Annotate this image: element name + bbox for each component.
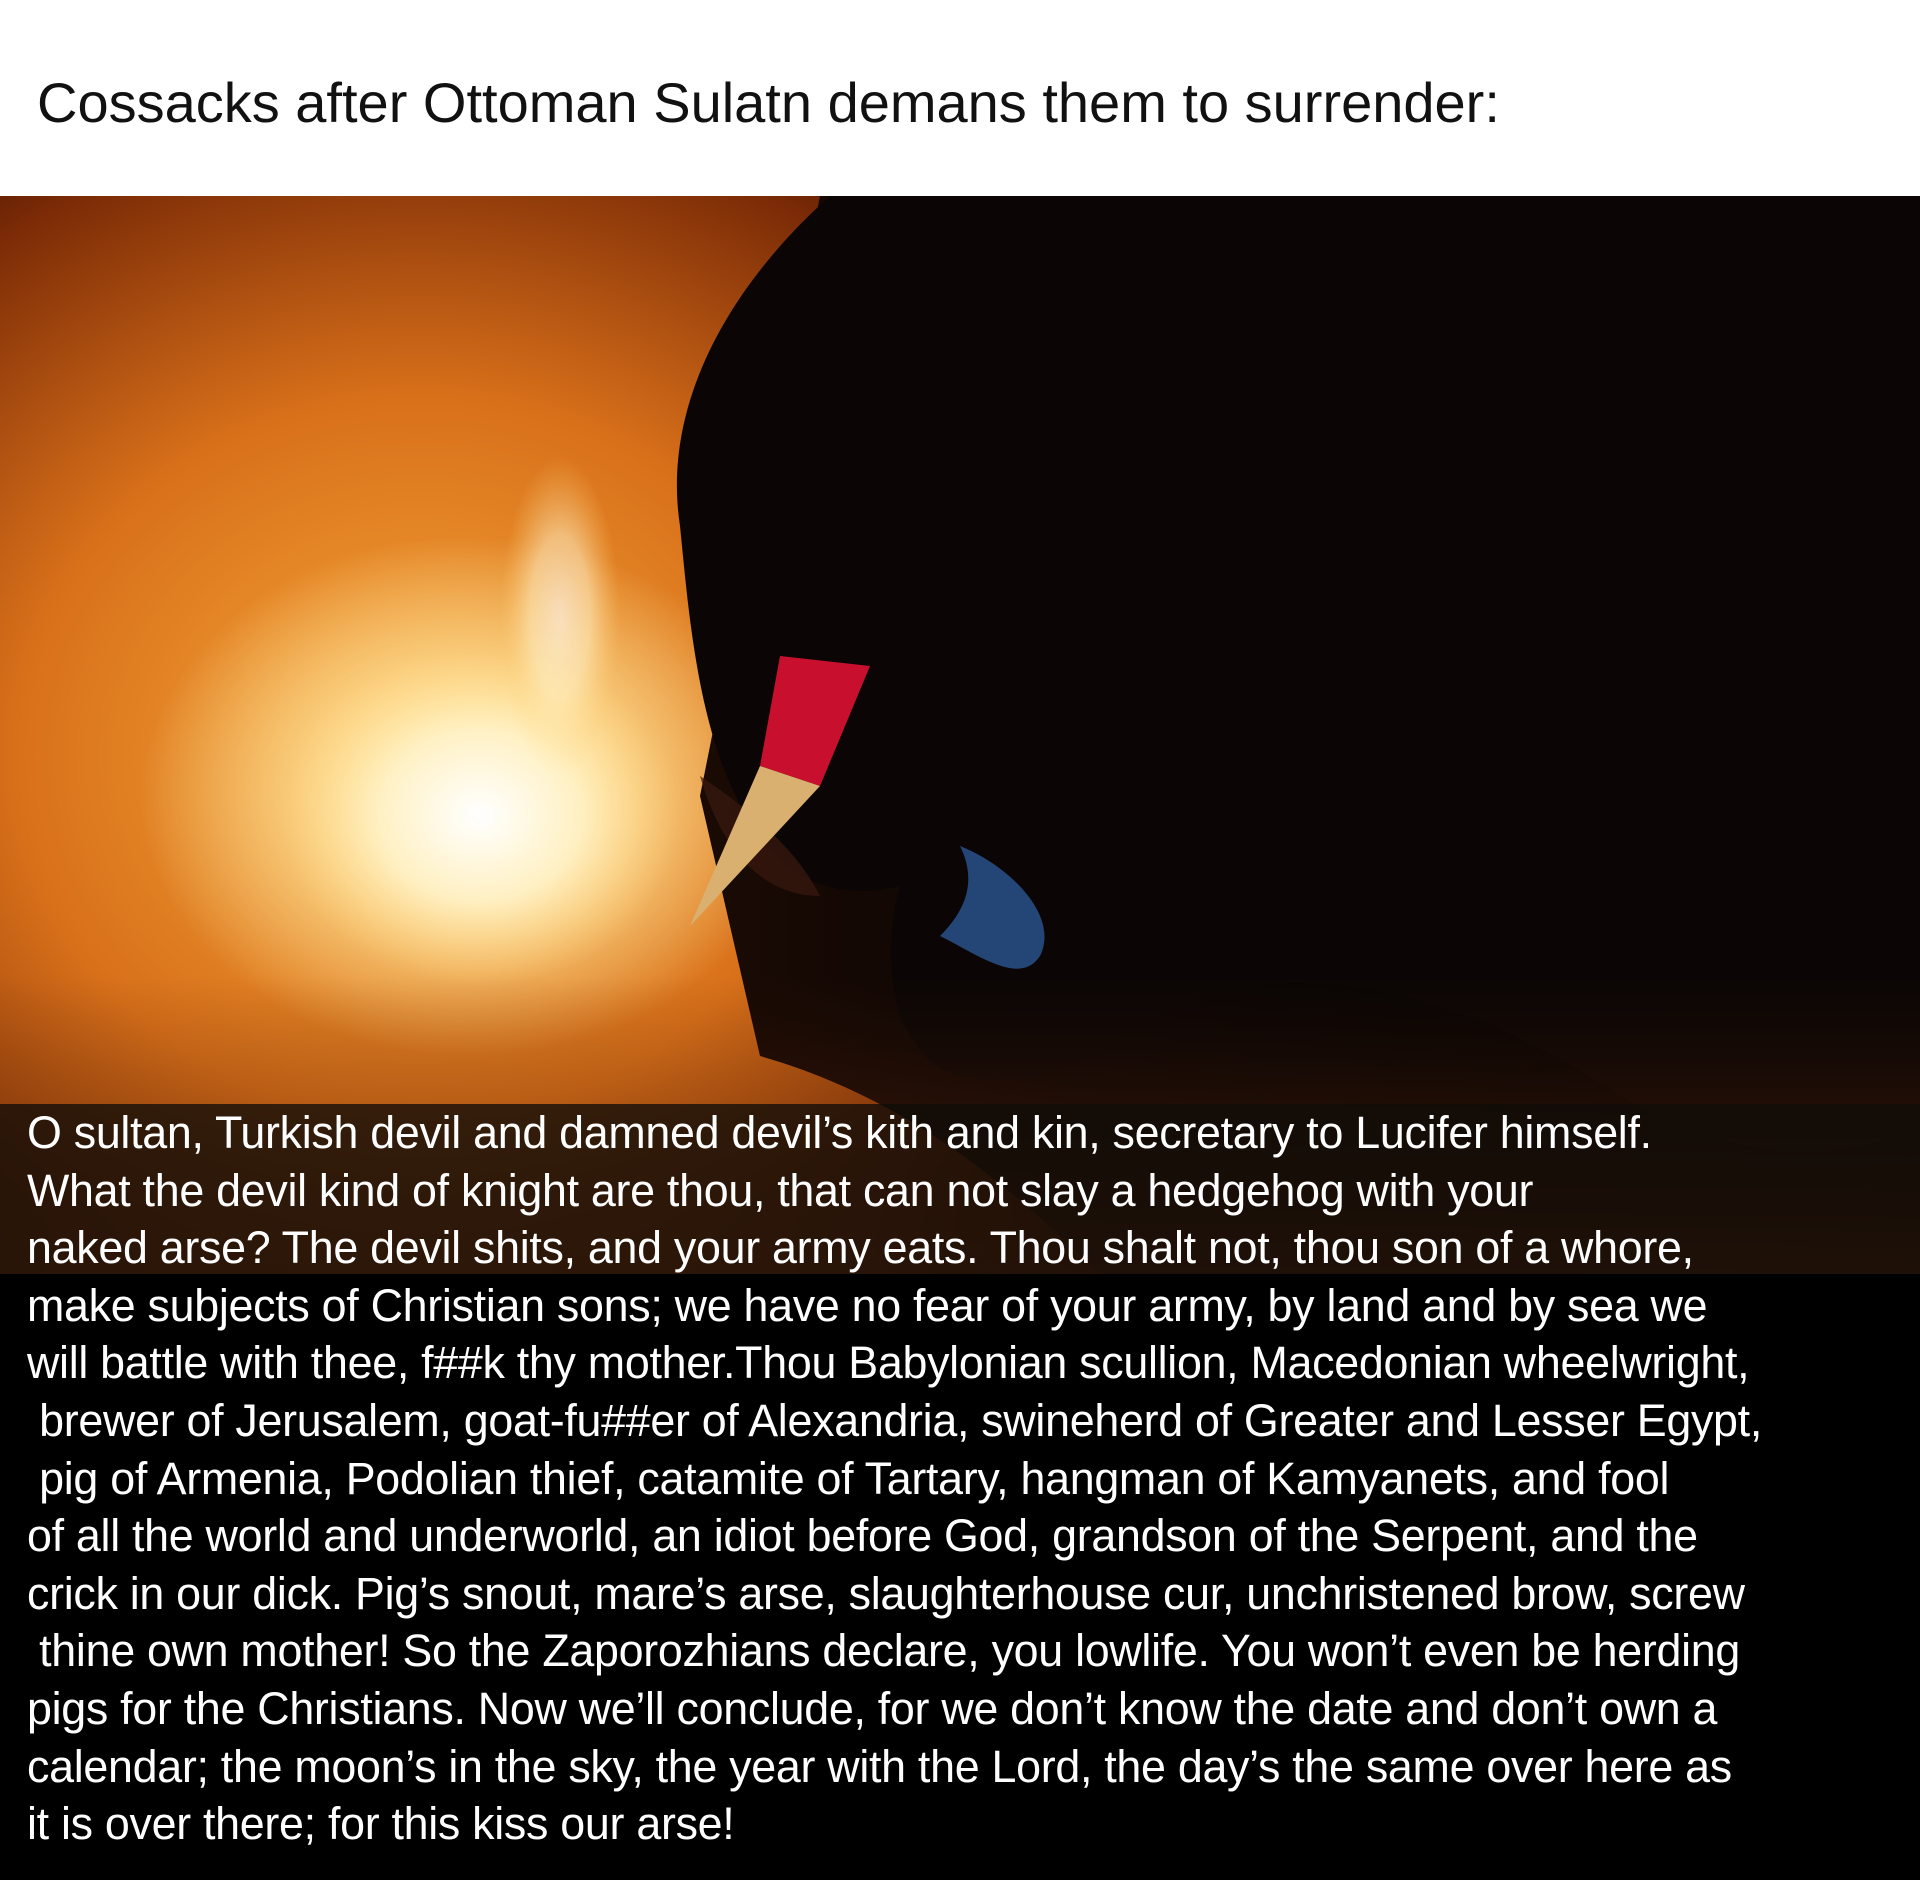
letter-line: will battle with thee, f##k thy mother.T… xyxy=(27,1337,1750,1389)
letter-text-block: O sultan, Turkish devil and damned devil… xyxy=(0,1104,1920,1880)
letter-line: naked arse? The devil shits, and your ar… xyxy=(27,1222,1694,1274)
letter-line: What the devil kind of knight are thou, … xyxy=(27,1164,1534,1216)
letter-line: crick in our dick. Pig’s snout, mare’s a… xyxy=(27,1567,1745,1619)
caption-title: Cossacks after Ottoman Sulatn demans the… xyxy=(37,71,1500,134)
letter-line: calendar; the moon’s in the sky, the yea… xyxy=(27,1740,1732,1792)
letter-line: of all the world and underworld, an idio… xyxy=(27,1510,1698,1562)
caption-header: Cossacks after Ottoman Sulatn demans the… xyxy=(0,0,1920,196)
letter-line: O sultan, Turkish devil and damned devil… xyxy=(27,1107,1652,1158)
letter-line: pigs for the Christians. Now we’ll concl… xyxy=(27,1682,1718,1734)
letter-text: O sultan, Turkish devil and damned devil… xyxy=(27,1104,1920,1853)
letter-line: it is over there; for this kiss our arse… xyxy=(27,1798,735,1850)
letter-line: pig of Armenia, Podolian thief, catamite… xyxy=(27,1452,1670,1504)
letter-line: brewer of Jerusalem, goat-fu##er of Alex… xyxy=(27,1394,1762,1446)
letter-line: thine own mother! So the Zaporozhians de… xyxy=(27,1625,1741,1677)
flame xyxy=(280,646,680,986)
letter-line: make subjects of Christian sons; we have… xyxy=(27,1279,1708,1331)
